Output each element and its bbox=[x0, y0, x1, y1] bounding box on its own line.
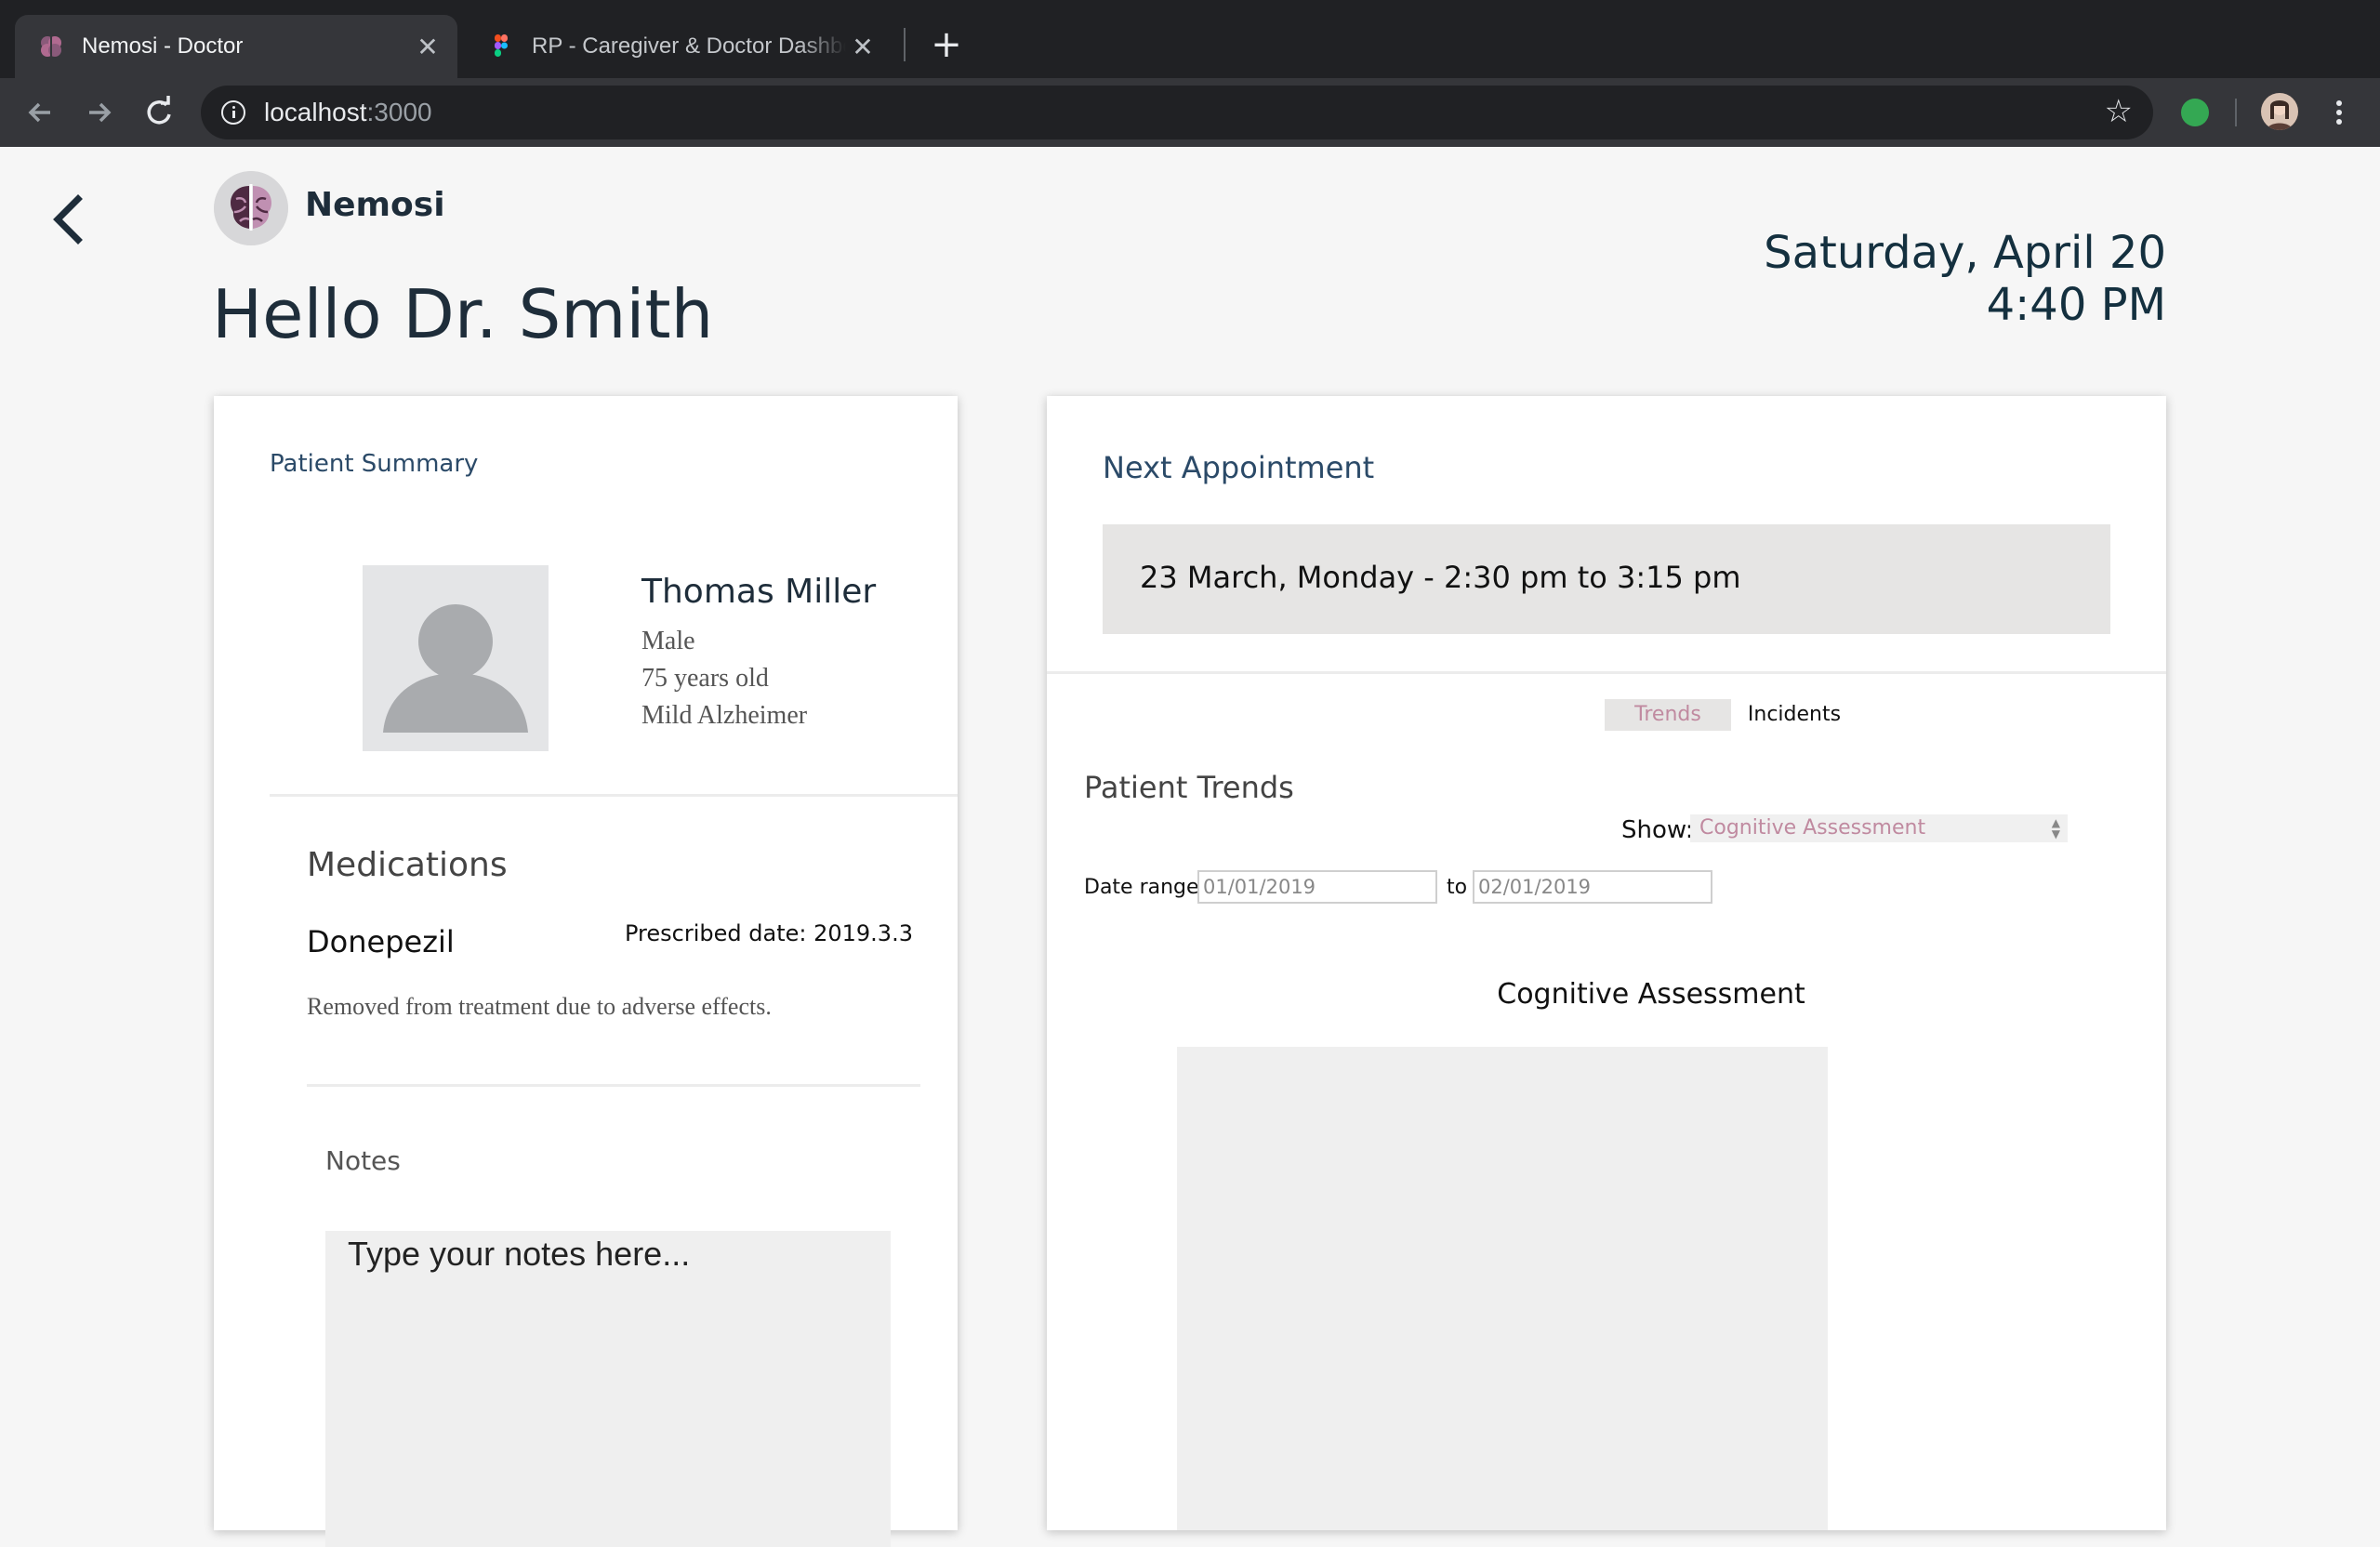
figma-icon bbox=[487, 33, 515, 60]
back-chevron-icon[interactable] bbox=[41, 186, 97, 253]
medication-note: Removed from treatment due to adverse ef… bbox=[307, 993, 772, 1020]
start-date-input[interactable] bbox=[1197, 870, 1437, 904]
current-time: 4:40 PM bbox=[1986, 279, 2166, 331]
toolbar-separator bbox=[2235, 99, 2237, 126]
show-metric-select[interactable]: Cognitive Assessment ▲ ▼ bbox=[1690, 814, 2068, 842]
show-label: Show: bbox=[1621, 816, 1694, 844]
browser-toolbar: localhost:3000 ☆ bbox=[0, 78, 2380, 147]
tab-separator bbox=[904, 28, 906, 61]
address-bar[interactable]: localhost:3000 ☆ bbox=[201, 86, 2153, 139]
appointment-trends-card: Next Appointment 23 March, Monday - 2:30… bbox=[1047, 396, 2166, 1530]
browser-menu-icon[interactable] bbox=[2328, 91, 2350, 134]
notes-heading: Notes bbox=[325, 1145, 401, 1176]
back-arrow-icon[interactable] bbox=[19, 91, 61, 134]
medication-prescribed-date: Prescribed date: 2019.3.3 bbox=[625, 920, 913, 946]
page-greeting: Hello Dr. Smith bbox=[212, 275, 714, 353]
tab-incidents[interactable]: Incidents bbox=[1731, 699, 1858, 731]
tab-nemosi-doctor[interactable]: Nemosi - Doctor ✕ bbox=[15, 15, 457, 78]
cognitive-assessment-chart-area bbox=[1177, 1047, 1828, 1530]
chart-title: Cognitive Assessment bbox=[1497, 978, 1805, 1011]
tab-trends[interactable]: Trends bbox=[1605, 699, 1731, 731]
patient-summary-title: Patient Summary bbox=[270, 450, 479, 478]
patient-trends-title: Patient Trends bbox=[1084, 770, 1294, 805]
tab-title: RP - Caregiver & Doctor Dashboard bbox=[532, 33, 846, 59]
date-time: Saturday, April 20 4:40 PM bbox=[1764, 227, 2166, 331]
nemosi-logo-icon bbox=[214, 171, 288, 245]
bookmark-star-icon[interactable]: ☆ bbox=[2105, 93, 2133, 130]
patient-avatar-icon bbox=[363, 565, 549, 751]
profile-avatar-icon[interactable] bbox=[2261, 93, 2298, 130]
brand-name: Nemosi bbox=[305, 186, 445, 224]
patient-condition: Mild Alzheimer bbox=[641, 701, 808, 730]
select-updown-icon: ▲ ▼ bbox=[2051, 816, 2060, 840]
close-tab-icon[interactable]: ✕ bbox=[411, 32, 444, 62]
forward-arrow-icon[interactable] bbox=[78, 91, 121, 134]
patient-name: Thomas Miller bbox=[641, 573, 877, 611]
tab-title: Nemosi - Doctor bbox=[82, 33, 244, 59]
browser-tab-strip: Nemosi - Doctor ✕ RP - Caregiver & Docto… bbox=[0, 0, 2380, 78]
brain-favicon-icon bbox=[37, 33, 65, 60]
notes-textarea[interactable] bbox=[325, 1231, 891, 1547]
appointment-box: 23 March, Monday - 2:30 pm to 3:15 pm bbox=[1103, 524, 2110, 634]
patient-gender: Male bbox=[641, 627, 695, 655]
patient-age: 75 years old bbox=[641, 664, 769, 693]
divider bbox=[1047, 671, 2166, 674]
new-tab-plus-icon[interactable]: + bbox=[924, 22, 969, 67]
medication-name: Donepezil bbox=[307, 924, 455, 959]
date-range-label: Date range: bbox=[1084, 876, 1206, 899]
close-tab-icon[interactable]: ✕ bbox=[846, 32, 879, 62]
reload-icon[interactable] bbox=[138, 91, 180, 134]
current-date: Saturday, April 20 bbox=[1764, 227, 2166, 279]
extension-icon[interactable] bbox=[2181, 99, 2209, 126]
appointment-text: 23 March, Monday - 2:30 pm to 3:15 pm bbox=[1140, 560, 1741, 595]
medications-heading: Medications bbox=[307, 846, 508, 884]
divider bbox=[307, 1084, 920, 1087]
next-appointment-title: Next Appointment bbox=[1103, 450, 1375, 485]
url-text: localhost:3000 bbox=[264, 98, 432, 126]
site-info-icon[interactable] bbox=[221, 100, 245, 125]
divider bbox=[270, 794, 958, 797]
end-date-input[interactable] bbox=[1473, 870, 1712, 904]
tab-rp-dashboard[interactable]: RP - Caregiver & Doctor Dashboard ✕ bbox=[465, 15, 892, 78]
patient-summary-card: Patient Summary Thomas Miller Male 75 ye… bbox=[214, 396, 958, 1547]
show-metric-value: Cognitive Assessment bbox=[1699, 816, 1926, 840]
to-label: to bbox=[1447, 876, 1468, 899]
